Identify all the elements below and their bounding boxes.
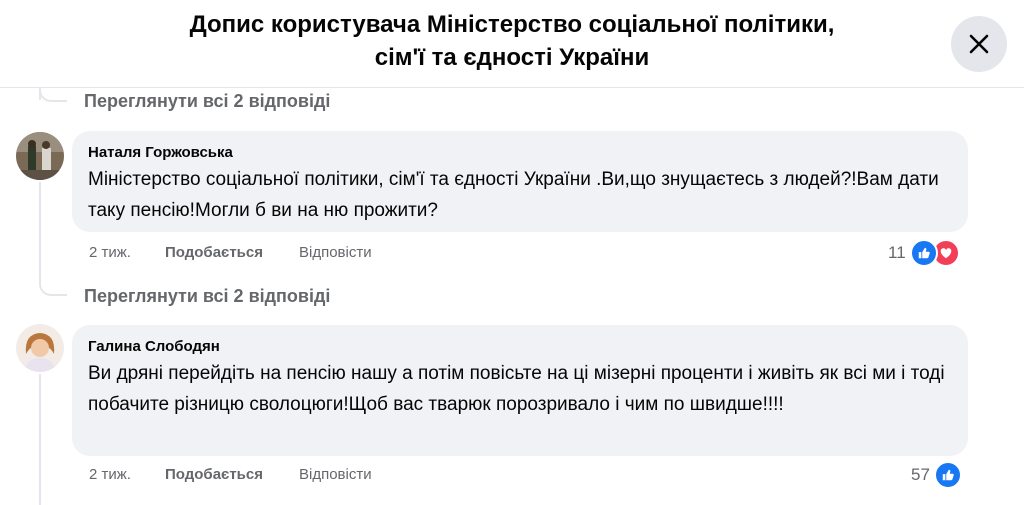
- close-button[interactable]: [951, 16, 1007, 72]
- like-icon: [909, 239, 938, 267]
- view-replies-link[interactable]: Переглянути всі 2 відповіді: [84, 285, 330, 307]
- title-line-2: сім'ї та єдності України: [374, 44, 650, 71]
- reply-button[interactable]: Відповісти: [299, 243, 372, 263]
- thread-line: [39, 182, 41, 282]
- comment-author[interactable]: Галина Слободян: [88, 337, 952, 357]
- comment-text: Міністерство соціальної політики, сім'ї …: [88, 169, 939, 221]
- avatar[interactable]: [16, 132, 64, 180]
- reply-connector: [39, 270, 67, 296]
- avatar-image: [16, 132, 64, 180]
- comment-timestamp[interactable]: 2 тиж.: [89, 465, 131, 485]
- reply-button[interactable]: Відповісти: [299, 465, 372, 485]
- like-button[interactable]: Подобається: [165, 243, 263, 263]
- title-line-1: Допис користувача Міністерство соціально…: [189, 11, 835, 38]
- comment-bubble: Галина Слободян Ви дряні перейдіть на пе…: [72, 325, 968, 456]
- reaction-summary[interactable]: 11: [888, 239, 960, 267]
- avatar-image: [16, 324, 64, 372]
- avatar[interactable]: [16, 324, 64, 372]
- close-icon: [969, 34, 989, 54]
- comment-author[interactable]: Наталя Горжовська: [88, 143, 952, 163]
- thread-line: [39, 374, 41, 505]
- view-replies-link[interactable]: Переглянути всі 2 відповіді: [84, 90, 330, 112]
- comment-timestamp[interactable]: 2 тиж.: [89, 243, 131, 263]
- like-icon: [933, 461, 962, 489]
- reaction-summary[interactable]: 57: [911, 461, 962, 489]
- reply-connector: [39, 88, 67, 102]
- dialog-header: Допис користувача Міністерство соціально…: [0, 0, 1024, 88]
- like-button[interactable]: Подобається: [165, 465, 263, 485]
- page-title: Допис користувача Міністерство соціально…: [60, 8, 964, 74]
- reaction-count: 57: [911, 465, 930, 484]
- comment-text: Ви дряні перейдіть на пенсію нашу а поті…: [88, 363, 945, 415]
- comment-bubble: Наталя Горжовська Міністерство соціально…: [72, 131, 968, 232]
- reaction-count: 11: [888, 243, 906, 262]
